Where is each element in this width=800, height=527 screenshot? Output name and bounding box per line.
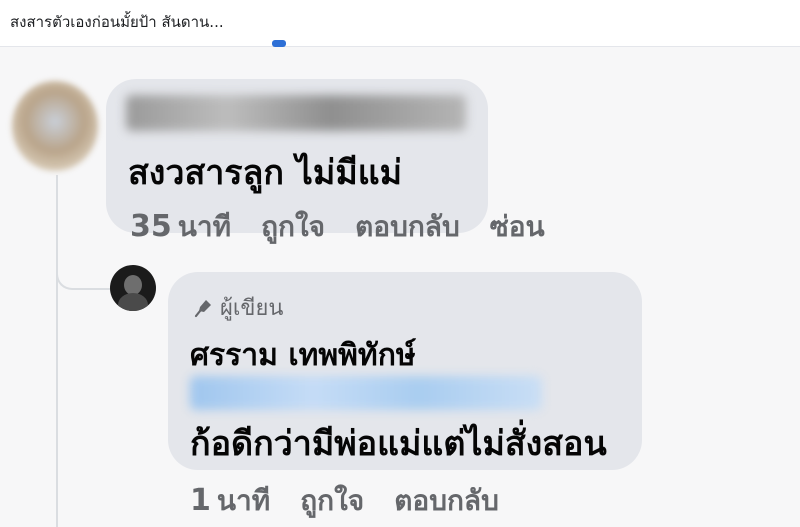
post-title[interactable]: สงสารตัวเองก่อนมั้ยป้า สันดาน... (10, 10, 224, 34)
reply-author-name[interactable]: ศรราม เทพพิทักษ์ (190, 332, 416, 379)
reply-button[interactable]: ตอบกลับ (394, 479, 499, 523)
like-button[interactable]: ถูกใจ (261, 205, 325, 249)
thread-connector (56, 252, 112, 290)
author-badge: ผู้เขียน (194, 290, 283, 325)
like-button[interactable]: ถูกใจ (300, 479, 364, 523)
microphone-icon (194, 298, 214, 318)
reply-bubble: ผู้เขียน ศรราม เทพพิทักษ์ ก้อดีกว่ามีพ่อ… (168, 272, 642, 470)
comment-timestamp[interactable]: 35 นาที (130, 205, 231, 249)
comment-text: สงวสารลูก ไม่มีแม่ (128, 153, 403, 193)
blurred-mention[interactable] (190, 376, 542, 410)
hide-button[interactable]: ซ่อน (490, 205, 545, 249)
comment-actions: 35 นาที ถูกใจ ตอบกลับ ซ่อน (130, 205, 545, 249)
thread-line (56, 175, 58, 527)
blurred-author-name[interactable] (126, 95, 466, 131)
header-accent-mark (272, 40, 286, 47)
avatar[interactable] (110, 265, 156, 311)
reply-actions: 1 นาที ถูกใจ ตอบกลับ (190, 479, 499, 523)
reply-button[interactable]: ตอบกลับ (355, 205, 460, 249)
avatar[interactable] (12, 81, 98, 171)
post-header: สงสารตัวเองก่อนมั้ยป้า สันดาน... (0, 0, 800, 47)
author-badge-label: ผู้เขียน (220, 296, 284, 321)
reply-text: ก้อดีกว่ามีพ่อแม่แต่ไม่สั่งสอน (190, 424, 607, 464)
comment-section: สงวสารลูก ไม่มีแม่ 35 นาที ถูกใจ ตอบกลับ… (0, 47, 800, 527)
reply-timestamp[interactable]: 1 นาที (190, 479, 270, 523)
